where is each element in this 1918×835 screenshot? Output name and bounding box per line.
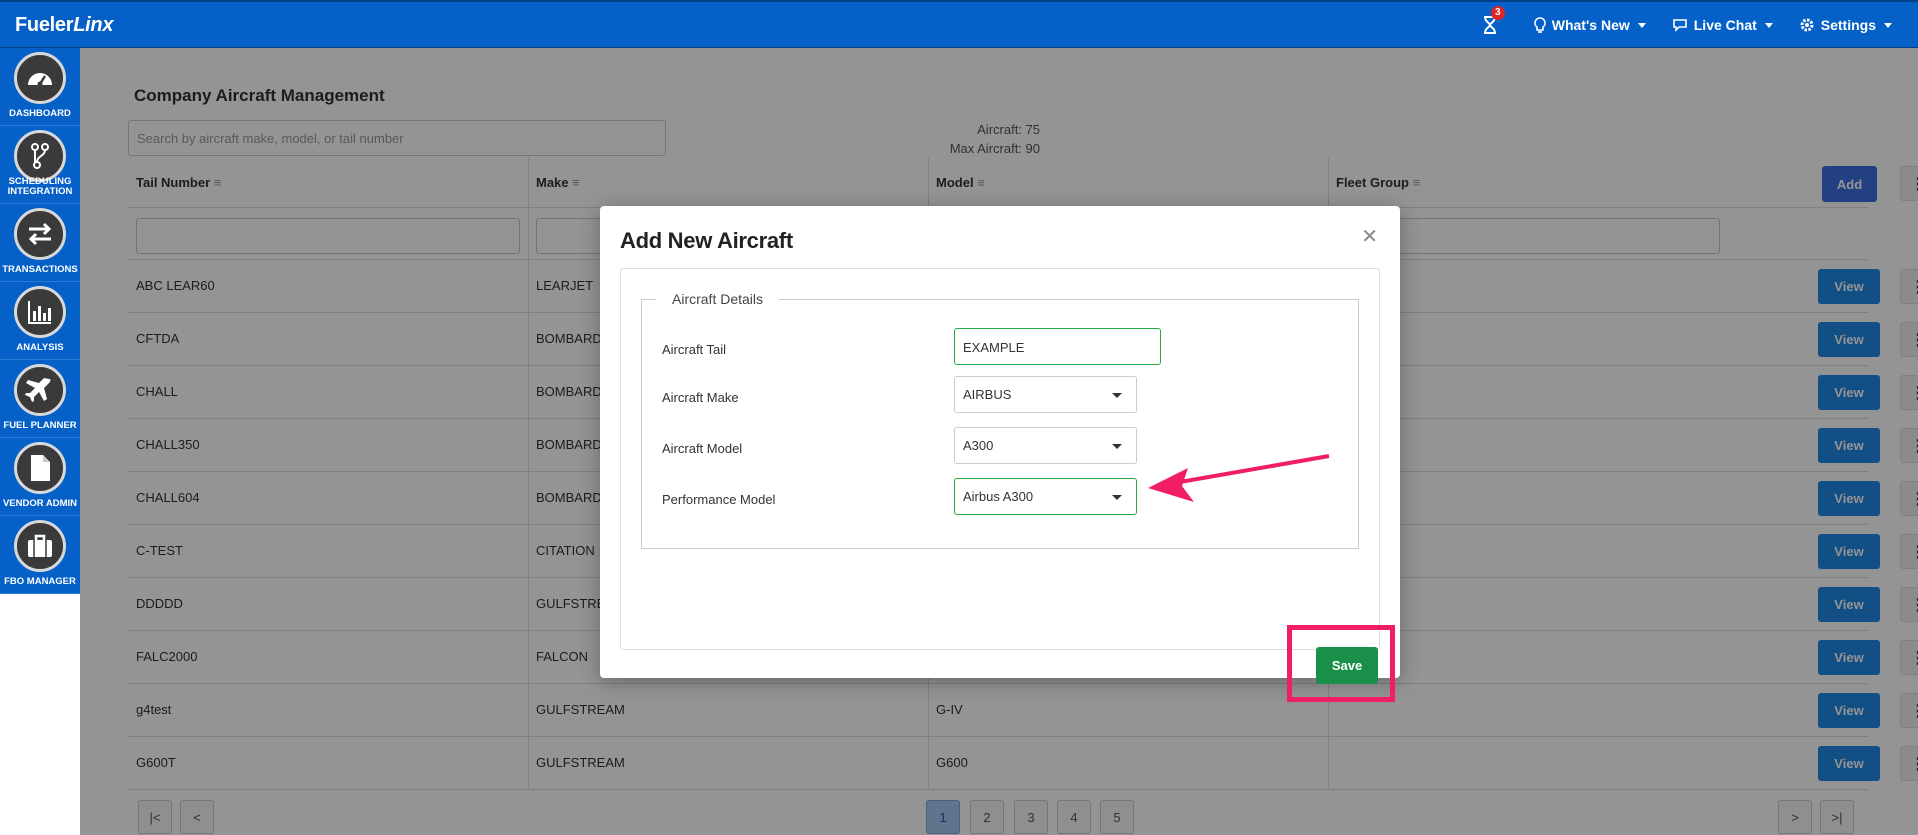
branch-icon (14, 130, 66, 182)
transfer-icon (14, 208, 66, 260)
sidebar-item-transactions[interactable]: TRANSACTIONS (0, 204, 80, 282)
aircraft-details-fieldset: Aircraft Details Aircraft Tail EXAMPLE A… (641, 291, 1359, 549)
notification-badge: 3 (1490, 6, 1505, 20)
top-nav: 3 What's New Live Chat Settings (1482, 2, 1892, 48)
bar-chart-icon (14, 286, 66, 338)
plane-icon (14, 364, 66, 416)
chevron-down-icon (1884, 22, 1892, 28)
app-logo[interactable]: FuelerLinx (15, 14, 113, 37)
notifications-button[interactable]: 3 (1482, 6, 1505, 34)
gear-icon (1800, 18, 1814, 32)
chevron-down-icon (1764, 22, 1773, 28)
aircraft-make-select[interactable]: AIRBUS (954, 376, 1137, 413)
lightbulb-icon (1533, 17, 1546, 33)
annotation-arrow-icon (1148, 454, 1330, 502)
sidebar-item-vendor-admin[interactable]: VENDOR ADMIN (0, 438, 80, 516)
aircraft-tail-input[interactable]: EXAMPLE (954, 328, 1161, 365)
dropdown-caret-icon (1112, 495, 1122, 500)
dropdown-caret-icon (1112, 393, 1122, 398)
sidebar-item-fbo-manager[interactable]: FBO MANAGER (0, 516, 80, 594)
aircraft-model-label: Aircraft Model (662, 441, 743, 456)
top-bar: FuelerLinx 3 What's New Live Chat Settin… (0, 0, 1918, 48)
close-icon[interactable]: ✕ (1361, 224, 1378, 249)
briefcase-icon (14, 520, 66, 572)
save-button[interactable]: Save (1316, 647, 1378, 684)
performance-model-select[interactable]: Airbus A300 (954, 478, 1137, 515)
performance-model-label: Performance Model (662, 492, 776, 507)
fieldset-legend: Aircraft Details (656, 291, 780, 307)
chat-icon (1672, 19, 1687, 32)
aircraft-model-select[interactable]: A300 (954, 427, 1137, 464)
save-highlight-box: Save (1287, 625, 1395, 702)
aircraft-make-label: Aircraft Make (662, 390, 739, 405)
sidebar-item-dashboard[interactable]: DASHBOARD (0, 48, 80, 126)
sidebar-item-analysis[interactable]: ANALYSIS (0, 282, 80, 360)
sidebar: DASHBOARD SCHEDULING INTEGRATION TRANSAC… (0, 48, 80, 594)
live-chat-menu[interactable]: Live Chat (1672, 17, 1773, 33)
dashboard-icon (14, 52, 66, 104)
modal-title: Add New Aircraft (620, 228, 793, 253)
whats-new-menu[interactable]: What's New (1533, 17, 1646, 33)
dropdown-caret-icon (1112, 444, 1122, 449)
add-aircraft-modal: Add New Aircraft ✕ Aircraft Details Airc… (600, 206, 1400, 702)
settings-menu[interactable]: Settings (1799, 17, 1892, 33)
chevron-down-icon (1637, 22, 1646, 28)
sidebar-item-scheduling-integration[interactable]: SCHEDULING INTEGRATION (0, 126, 80, 204)
document-icon (14, 442, 66, 494)
aircraft-tail-label: Aircraft Tail (662, 342, 727, 357)
sidebar-item-fuel-planner[interactable]: FUEL PLANNER (0, 360, 80, 438)
